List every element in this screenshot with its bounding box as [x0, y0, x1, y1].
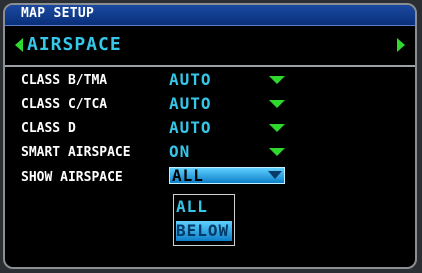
setting-row-class-b[interactable]: CLASS B/TMA AUTO	[5, 69, 415, 91]
title-bar: MAP SETUP	[5, 5, 415, 26]
setting-value[interactable]: AUTO	[169, 118, 212, 137]
setting-value[interactable]: AUTO	[169, 94, 212, 113]
selected-value: ALL	[172, 166, 204, 185]
setting-row-show-airspace[interactable]: SHOW AIRSPACE ALL	[5, 166, 415, 188]
setting-label: CLASS C/TCA	[21, 97, 108, 112]
dropdown-arrow-icon[interactable]	[269, 100, 285, 108]
dropdown-arrow-icon[interactable]	[268, 171, 282, 179]
dropdown-listbox: ALL BELOW	[173, 194, 235, 246]
right-arrow-icon[interactable]	[397, 38, 405, 52]
option-all[interactable]: ALL	[176, 197, 232, 217]
page-title: AIRSPACE	[27, 34, 122, 55]
setting-label: SMART AIRSPACE	[21, 145, 131, 160]
window-title: MAP SETUP	[21, 6, 95, 21]
left-arrow-icon[interactable]	[15, 38, 23, 52]
setting-label: SHOW AIRSPACE	[21, 170, 123, 185]
setting-value[interactable]: ON	[169, 142, 190, 161]
setting-label: CLASS D	[21, 121, 76, 136]
map-setup-window: MAP SETUP AIRSPACE CLASS B/TMA AUTO CLAS…	[3, 3, 417, 269]
setting-row-class-c[interactable]: CLASS C/TCA AUTO	[5, 93, 415, 115]
setting-value[interactable]: AUTO	[169, 70, 212, 89]
setting-label: CLASS B/TMA	[21, 73, 108, 88]
setting-row-class-d[interactable]: CLASS D AUTO	[5, 117, 415, 139]
dropdown-arrow-icon[interactable]	[269, 148, 285, 156]
dropdown-arrow-icon[interactable]	[269, 124, 285, 132]
show-airspace-select[interactable]: ALL	[169, 166, 285, 185]
option-below[interactable]: BELOW	[176, 221, 232, 241]
page-selector: AIRSPACE	[5, 27, 415, 67]
setting-row-smart-airspace[interactable]: SMART AIRSPACE ON	[5, 141, 415, 163]
dropdown-arrow-icon[interactable]	[269, 76, 285, 84]
